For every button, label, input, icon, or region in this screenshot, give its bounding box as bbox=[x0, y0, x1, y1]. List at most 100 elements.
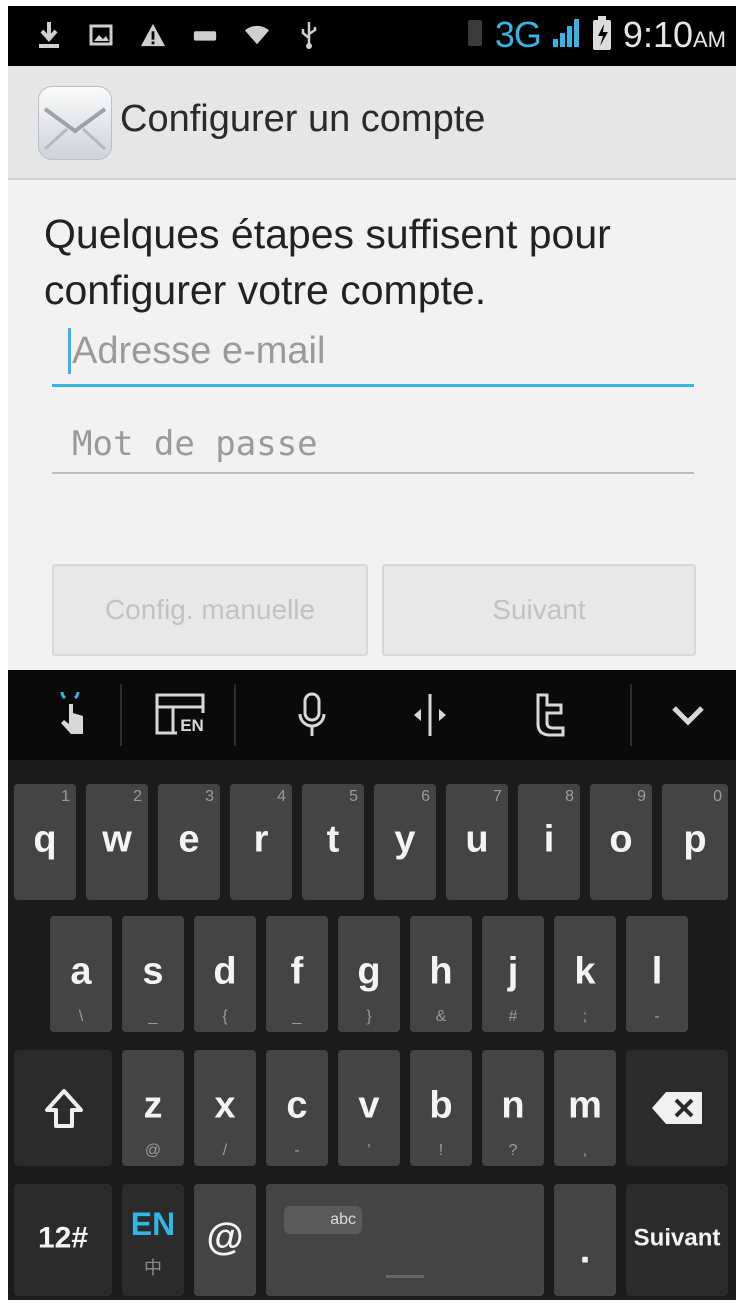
shift-icon bbox=[45, 1089, 83, 1128]
period-key[interactable]: . bbox=[554, 1184, 616, 1296]
key-label: y bbox=[394, 818, 416, 861]
collapse-chevron-icon[interactable] bbox=[640, 670, 736, 760]
key-label: h bbox=[429, 950, 453, 993]
space-language-indicator: abc bbox=[284, 1206, 362, 1234]
shift-key[interactable] bbox=[14, 1050, 112, 1166]
key-l[interactable]: l- bbox=[626, 916, 688, 1032]
key-hint: 6 bbox=[421, 788, 430, 805]
key-hint: 9 bbox=[637, 788, 646, 805]
key-h[interactable]: h & bbox=[410, 916, 472, 1032]
account-setup-form: Quelques étapes suffisent pour configure… bbox=[8, 180, 736, 670]
gesture-icon[interactable] bbox=[26, 670, 116, 760]
email-field[interactable]: Adresse e-mail bbox=[52, 320, 694, 387]
key-b[interactable]: b! bbox=[410, 1050, 472, 1166]
key-z[interactable]: z @ bbox=[122, 1050, 184, 1166]
key-sub: @ bbox=[144, 1142, 162, 1159]
key-label: p bbox=[683, 818, 707, 861]
network-type: 3G bbox=[494, 14, 542, 55]
toolbar-divider bbox=[630, 684, 632, 746]
key-x[interactable]: x / bbox=[194, 1050, 256, 1166]
space-underline bbox=[386, 1275, 424, 1278]
vibrate-icon bbox=[465, 16, 485, 54]
space-bar-key[interactable]: abc bbox=[266, 1184, 544, 1296]
key-q[interactable]: 1q bbox=[14, 784, 76, 900]
key-j[interactable]: j # bbox=[482, 916, 544, 1032]
microphone-icon[interactable] bbox=[270, 670, 354, 760]
key-hint: 4 bbox=[277, 788, 286, 805]
password-field[interactable]: Mot de passe bbox=[52, 408, 694, 474]
key-label: u bbox=[465, 818, 489, 861]
key-d[interactable]: d{ bbox=[194, 916, 256, 1032]
period-label: . bbox=[579, 1229, 591, 1272]
key-sub: ; bbox=[582, 1008, 588, 1025]
enter-label: Suivant bbox=[633, 1224, 721, 1252]
key-s[interactable]: s _ bbox=[122, 916, 184, 1032]
email-placeholder: Adresse e-mail bbox=[72, 330, 326, 372]
key-sub: ? bbox=[508, 1142, 518, 1159]
at-label: @ bbox=[206, 1216, 244, 1259]
symbols-key[interactable]: 12# bbox=[14, 1184, 112, 1296]
system-indicators: 3G 9:10AM bbox=[465, 14, 726, 56]
layout-en-label: EN bbox=[180, 716, 204, 735]
key-e[interactable]: 3e bbox=[158, 784, 220, 900]
toolbar-divider bbox=[120, 684, 122, 746]
key-a[interactable]: a \ bbox=[50, 916, 112, 1032]
image-icon bbox=[88, 18, 114, 52]
key-label: x bbox=[214, 1084, 236, 1127]
key-hint: 1 bbox=[61, 788, 70, 805]
key-w[interactable]: 2w bbox=[86, 784, 148, 900]
key-sub: \ bbox=[78, 1008, 84, 1025]
key-hint: 3 bbox=[205, 788, 214, 805]
cursor-icon[interactable] bbox=[388, 670, 472, 760]
backspace-icon bbox=[652, 1092, 702, 1124]
twitter-icon[interactable] bbox=[506, 670, 592, 760]
key-o[interactable]: 9o bbox=[590, 784, 652, 900]
key-sub: } bbox=[366, 1008, 372, 1025]
language-alt-label: 中 bbox=[144, 1258, 162, 1278]
key-label: n bbox=[501, 1084, 525, 1127]
manual-setup-button[interactable]: Config. manuelle bbox=[52, 564, 368, 656]
key-label: c bbox=[286, 1084, 308, 1127]
status-bar: 3G 9:10AM bbox=[8, 6, 736, 66]
key-n[interactable]: n? bbox=[482, 1050, 544, 1166]
usb-device-icon bbox=[192, 18, 218, 52]
enter-next-key[interactable]: Suivant bbox=[626, 1184, 728, 1296]
next-button[interactable]: Suivant bbox=[382, 564, 696, 656]
key-sub: - bbox=[654, 1008, 660, 1025]
key-m[interactable]: m, bbox=[554, 1050, 616, 1166]
key-u[interactable]: 7u bbox=[446, 784, 508, 900]
at-key[interactable]: @ bbox=[194, 1184, 256, 1296]
key-t[interactable]: 5t bbox=[302, 784, 364, 900]
key-hint: 8 bbox=[565, 788, 574, 805]
usb-icon bbox=[296, 18, 322, 52]
key-v[interactable]: v ' bbox=[338, 1050, 400, 1166]
key-i[interactable]: 8i bbox=[518, 784, 580, 900]
key-hint: 0 bbox=[713, 788, 722, 805]
page-title: Configurer un compte bbox=[120, 98, 486, 140]
key-y[interactable]: 6y bbox=[374, 784, 436, 900]
battery-charging-icon bbox=[591, 15, 613, 55]
language-key[interactable]: EN 中 bbox=[122, 1184, 184, 1296]
key-r[interactable]: 4r bbox=[230, 784, 292, 900]
key-label: q bbox=[33, 818, 57, 861]
clock-time: 9:10 bbox=[622, 14, 693, 55]
symbols-label: 12# bbox=[37, 1221, 89, 1255]
key-hint: 5 bbox=[349, 788, 358, 805]
key-label: v bbox=[358, 1084, 380, 1127]
key-g[interactable]: g} bbox=[338, 916, 400, 1032]
key-sub: ' bbox=[367, 1142, 371, 1159]
layout-en-icon[interactable]: EN bbox=[134, 670, 230, 760]
key-k[interactable]: k; bbox=[554, 916, 616, 1032]
key-c[interactable]: c- bbox=[266, 1050, 328, 1166]
email-icon[interactable] bbox=[38, 86, 112, 160]
key-f[interactable]: f _ bbox=[266, 916, 328, 1032]
notification-icons bbox=[36, 18, 322, 52]
key-hint: 7 bbox=[493, 788, 502, 805]
key-p[interactable]: 0p bbox=[662, 784, 728, 900]
key-label: j bbox=[507, 950, 519, 993]
clock-ampm: AM bbox=[693, 27, 726, 52]
key-label: e bbox=[178, 818, 200, 861]
key-label: f bbox=[290, 950, 304, 993]
backspace-key[interactable] bbox=[626, 1050, 728, 1166]
download-icon bbox=[36, 18, 62, 52]
